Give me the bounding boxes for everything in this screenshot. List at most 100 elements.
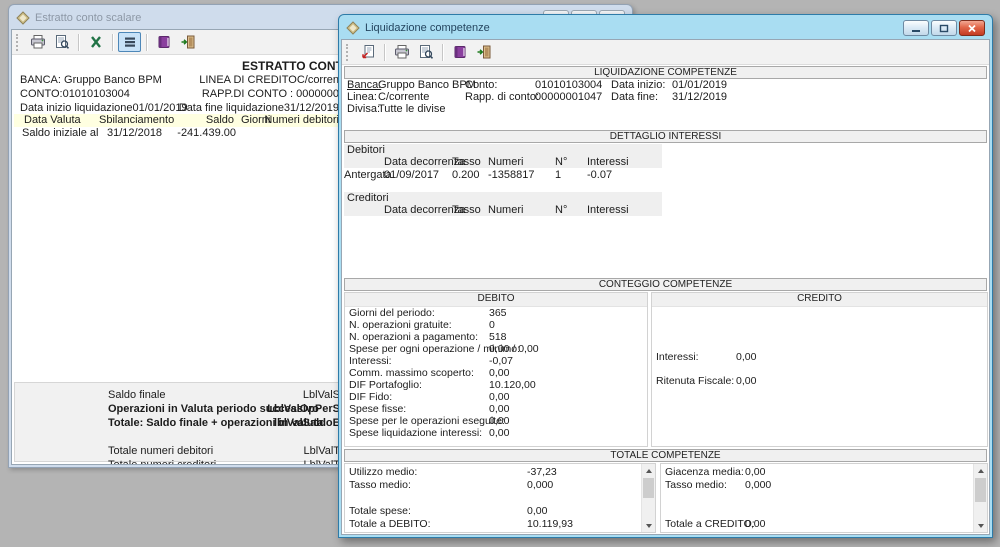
col-interessi: Interessi: [587, 204, 629, 216]
toolbar-separator: [384, 44, 385, 61]
minimize-button[interactable]: [903, 20, 929, 36]
toolbar-grip[interactable]: [346, 44, 351, 61]
rapp-conto-label: Rapp. di conto:: [465, 91, 539, 103]
totale-credito-panel: Giacenza media:0,00 Tasso medio:0,000 To…: [660, 463, 988, 533]
toolbar-separator: [442, 44, 443, 61]
section-conteggio-header: CONTEGGIO COMPETENZE: [344, 278, 987, 291]
data-fine-field: Data fine liquidazione31/12/2019: [12, 102, 339, 114]
window-title: Estratto conto scalare: [35, 12, 141, 24]
item-label: Interessi:: [349, 355, 392, 367]
exit-button[interactable]: [176, 32, 199, 52]
creditori-label: Creditori: [347, 192, 389, 204]
item-label: Totale spese:: [349, 505, 411, 517]
excel-export-button[interactable]: [84, 32, 107, 52]
banca-label: Banca:: [347, 79, 381, 91]
conteggio-credito-panel: CREDITO Interessi:0,00 Ritenuta Fiscale:…: [651, 292, 988, 447]
print-preview-icon: [418, 44, 434, 60]
toolbar-separator: [78, 34, 79, 51]
section-totale-header: TOTALE COMPETENZE: [344, 449, 987, 462]
item-value: 0,00: [745, 518, 765, 530]
debitori-row[interactable]: Antergata 01/09/2017 0.200 -1358817 1 -0…: [344, 169, 662, 181]
liquidazione-toolbar: [342, 40, 989, 65]
help-book-button[interactable]: [152, 32, 175, 52]
scroll-thumb[interactable]: [643, 478, 654, 498]
summary-value: lblValSaldoE: [245, 417, 340, 429]
banca-value: Gruppo Banco BPM: [378, 79, 476, 91]
close-icon: [967, 24, 977, 33]
item-value: 0,000: [745, 479, 771, 491]
scalare-view-button[interactable]: [118, 32, 141, 52]
cell-numeri: -1358817: [488, 169, 535, 181]
item-value: -0,07: [489, 355, 513, 367]
linea-label: Linea:: [347, 91, 377, 103]
item-label: DIF Fido:: [349, 391, 392, 403]
cell-data: 01/09/2017: [384, 169, 439, 181]
liquidazione-content: LIQUIDAZIONE COMPETENZE Banca: Gruppo Ba…: [342, 65, 989, 534]
col-tasso: Tasso: [452, 204, 481, 216]
item-label: N. operazioni gratuite:: [349, 319, 452, 331]
conteggio-debito-panel: DEBITO Giorni del periodo:365 N. operazi…: [344, 292, 648, 447]
item-value: 0,00: [736, 351, 756, 363]
col-n: N°: [555, 204, 567, 216]
help-book-icon: [156, 34, 172, 50]
print-button[interactable]: [390, 42, 413, 62]
data-inizio-value: 01/01/2019: [672, 79, 727, 91]
item-value: 0: [489, 319, 495, 331]
item-value: 0,00: [745, 466, 765, 478]
totale-credito-scrollbar[interactable]: [973, 464, 987, 532]
liquidazione-window[interactable]: Liquidazione competenze: [338, 14, 993, 538]
item-label: Interessi:: [656, 351, 699, 363]
data-inizio-label: Data inizio:: [611, 79, 665, 91]
item-label: Totale a DEBITO:: [349, 518, 431, 530]
app-diamond-icon: [346, 21, 360, 35]
maximize-icon: [939, 24, 949, 33]
exit-button[interactable]: [472, 42, 495, 62]
item-value: 518: [489, 331, 507, 343]
item-label: Spese fisse:: [349, 403, 406, 415]
summary-label: Saldo finale: [108, 389, 166, 401]
linea-value: C/corrente: [378, 91, 429, 103]
scroll-thumb[interactable]: [975, 478, 986, 502]
maximize-button[interactable]: [931, 20, 957, 36]
data-fine-label: Data fine:: [611, 91, 658, 103]
scroll-up-icon[interactable]: [974, 464, 987, 477]
exit-icon: [180, 34, 196, 50]
item-value: 365: [489, 307, 507, 319]
scroll-up-icon[interactable]: [642, 464, 655, 477]
item-value: 10.120,00: [489, 379, 536, 391]
debitori-label: Debitori: [347, 144, 385, 156]
item-label: Totale a CREDITO:: [665, 518, 755, 530]
print-button[interactable]: [26, 32, 49, 52]
item-value: 0,00: [489, 391, 509, 403]
toolbar-grip[interactable]: [16, 34, 21, 51]
totale-debito-scrollbar[interactable]: [641, 464, 655, 532]
item-label: Utilizzo medio:: [349, 466, 417, 478]
cell-n: 1: [555, 169, 561, 181]
minimize-icon: [911, 24, 921, 33]
app-diamond-icon: [16, 11, 30, 25]
summary-label: Totale numeri debitori: [108, 445, 213, 457]
col-interessi: Interessi: [587, 156, 629, 168]
cell-tasso: 0.200: [452, 169, 480, 181]
summary-value: LblValS: [245, 389, 340, 401]
item-label: Tasso medio:: [665, 479, 727, 491]
liquidazione-titlebar[interactable]: Liquidazione competenze: [341, 17, 990, 39]
section-dettaglio-header: DETTAGLIO INTERESSI: [344, 130, 987, 143]
print-preview-button[interactable]: [414, 42, 437, 62]
item-label: DIF Portafoglio:: [349, 379, 422, 391]
export-report-button[interactable]: [356, 42, 379, 62]
print-preview-button[interactable]: [50, 32, 73, 52]
credito-header: CREDITO: [652, 293, 987, 307]
close-button[interactable]: [959, 20, 985, 36]
help-book-button[interactable]: [448, 42, 471, 62]
scroll-down-icon[interactable]: [974, 519, 987, 532]
divisa-label: Divisa:: [347, 103, 380, 115]
toolbar-separator: [112, 34, 113, 51]
print-icon: [30, 34, 46, 50]
col-n: N°: [555, 156, 567, 168]
creditori-group-bar: Creditori: [344, 192, 662, 204]
col-numeri: Numeri: [488, 204, 523, 216]
report-title: ESTRATTO CONTO: [242, 59, 352, 73]
scroll-down-icon[interactable]: [642, 519, 655, 532]
summary-value: LblValT: [245, 445, 340, 457]
